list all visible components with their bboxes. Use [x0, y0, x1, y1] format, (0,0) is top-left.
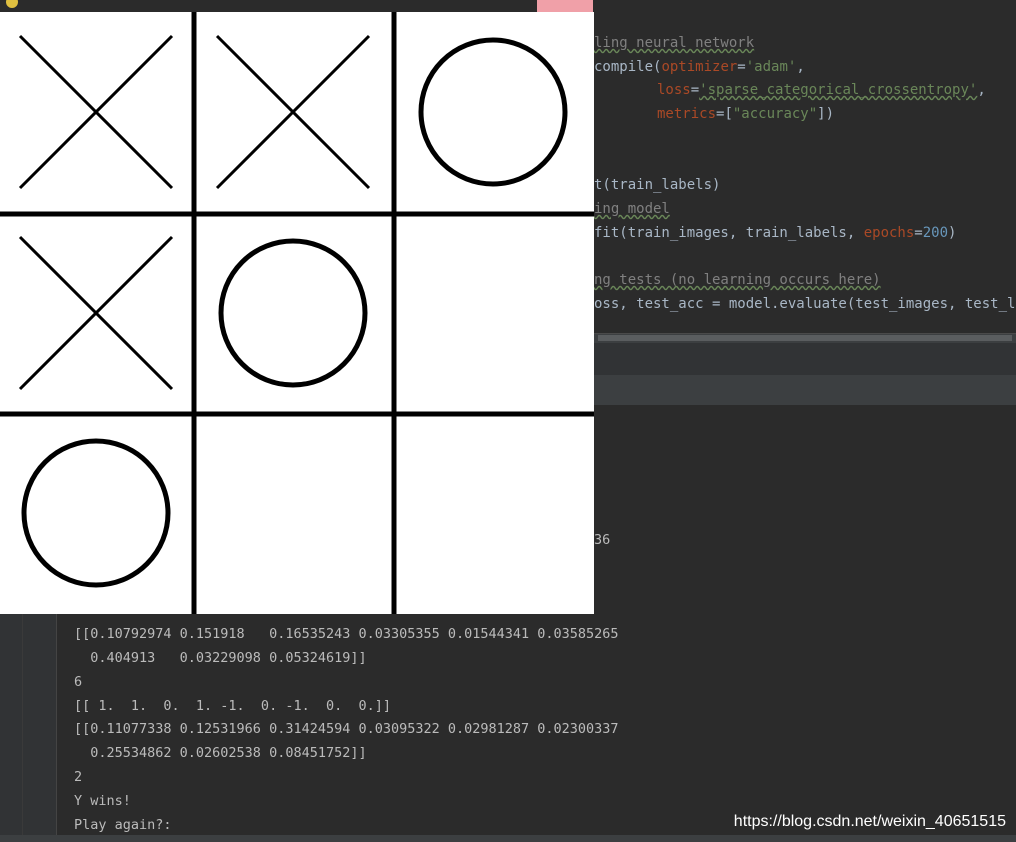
python-icon — [6, 0, 18, 8]
watermark: https://blog.csdn.net/weixin_40651515 — [733, 813, 1006, 830]
console-line: [[ 1. 1. 0. 1. -1. 0. -1. 0. 0.]] — [74, 698, 391, 714]
game-window-titlebar[interactable] — [0, 0, 537, 12]
code-line-8[interactable]: ng tests (no learning occurs here) — [594, 272, 881, 288]
board-cell-5[interactable] — [197, 217, 391, 411]
code-line-7[interactable]: fit(train_images, train_labels, epochs=2… — [594, 225, 956, 241]
board-cell-8[interactable] — [197, 417, 391, 611]
console-line: Y wins! — [74, 793, 131, 809]
board-cell-7[interactable] — [3, 417, 191, 611]
tic-tac-toe-window[interactable] — [0, 12, 594, 614]
run-console-header — [594, 375, 1016, 405]
console-line: 2 — [74, 769, 83, 785]
status-bar — [0, 835, 1016, 842]
console-line: 0.404913 0.03229098 0.05324619]] — [74, 650, 367, 666]
code-line-3[interactable]: loss='sparse_categorical_crossentropy', — [657, 82, 986, 98]
editor-horizontal-scrollbar[interactable] — [594, 333, 1016, 343]
board-cell-9[interactable] — [397, 417, 591, 611]
code-line-5[interactable]: t(train_labels) — [594, 177, 720, 193]
board-cell-6[interactable] — [397, 217, 591, 411]
console-line: 6 — [74, 674, 83, 690]
code-line-6[interactable]: ing model — [594, 201, 670, 217]
tool-window-tabs[interactable] — [594, 343, 1016, 375]
game-board[interactable] — [0, 12, 594, 614]
console-line: 0.25534862 0.02602538 0.08451752]] — [74, 745, 367, 761]
scrollbar-thumb[interactable] — [598, 335, 1012, 341]
code-line-9[interactable]: oss, test_acc = model.evaluate(test_imag… — [594, 296, 1016, 312]
console-output-fragment: 36 — [594, 532, 611, 548]
code-line-1[interactable]: ling neural network — [594, 35, 754, 51]
close-window-button[interactable] — [537, 0, 593, 12]
console-input-prompt[interactable]: Play again?: — [74, 817, 172, 833]
console-line: [[0.11077338 0.12531966 0.31424594 0.030… — [74, 721, 619, 737]
console-line: [[0.10792974 0.151918 0.16535243 0.03305… — [74, 626, 619, 642]
code-line-2[interactable]: compile(optimizer='adam', — [594, 59, 805, 75]
code-line-4[interactable]: metrics=["accuracy"]) — [657, 106, 834, 122]
